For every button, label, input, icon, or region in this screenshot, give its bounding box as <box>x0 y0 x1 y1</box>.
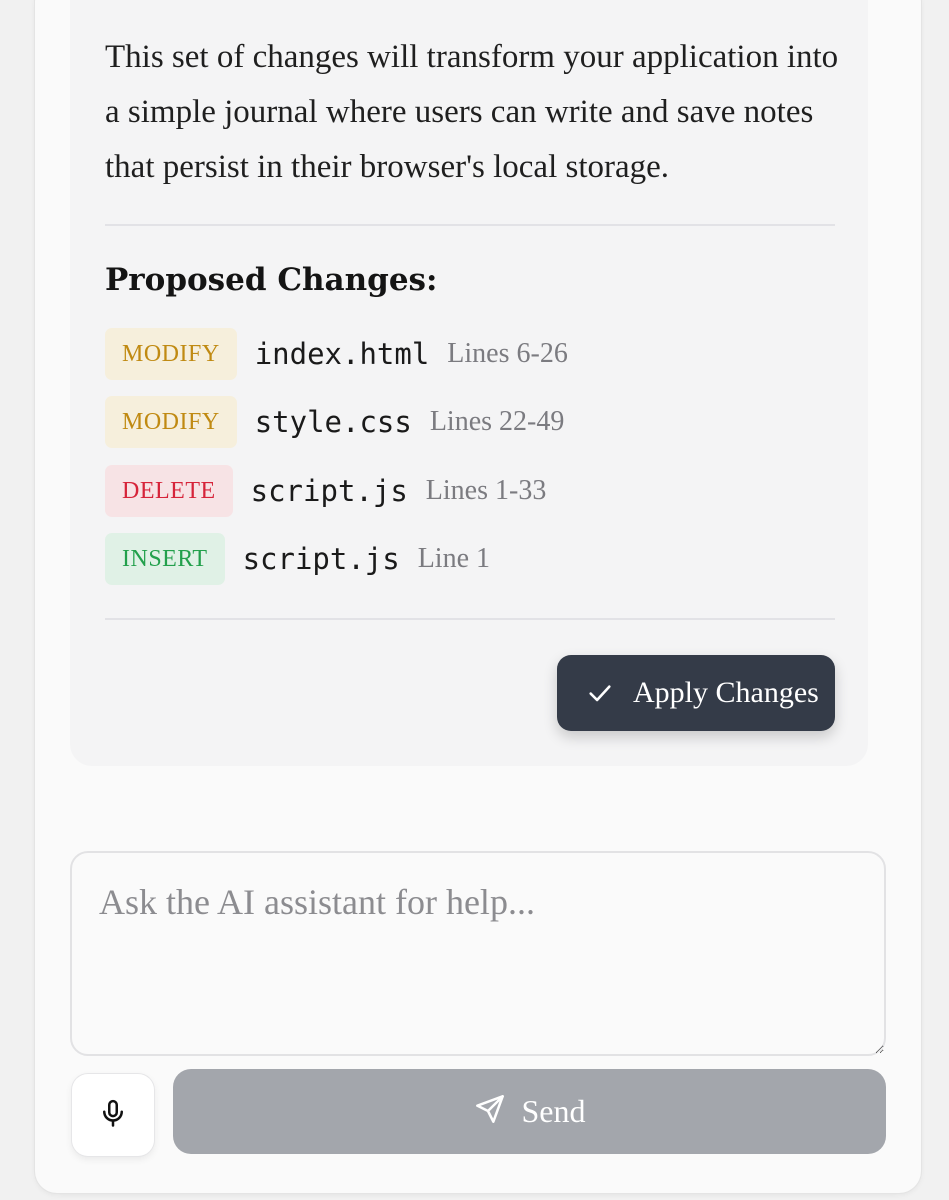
change-lines: Lines 22-49 <box>429 406 565 437</box>
modify-badge: MODIFY <box>105 328 237 380</box>
insert-badge: INSERT <box>105 533 225 585</box>
change-lines: Line 1 <box>417 543 491 574</box>
change-lines: Lines 1-33 <box>425 475 547 506</box>
proposed-changes-title: Proposed Changes: <box>105 262 438 298</box>
microphone-icon <box>98 1096 128 1135</box>
microphone-button[interactable] <box>72 1074 154 1156</box>
change-item: INSERT script.js Line 1 <box>105 533 490 585</box>
check-icon <box>585 678 615 708</box>
send-button[interactable]: Send <box>173 1069 886 1154</box>
change-item: DELETE script.js Lines 1-33 <box>105 465 546 517</box>
divider <box>105 224 835 226</box>
send-label: Send <box>521 1093 586 1129</box>
change-filename: style.css <box>254 405 412 439</box>
delete-badge: DELETE <box>105 465 233 517</box>
divider <box>105 618 835 620</box>
modify-badge: MODIFY <box>105 396 237 448</box>
change-filename: script.js <box>242 542 400 576</box>
change-item: MODIFY style.css Lines 22-49 <box>105 396 564 448</box>
assistant-prompt-input[interactable] <box>70 851 886 1056</box>
change-lines: Lines 6-26 <box>447 338 568 369</box>
change-filename: script.js <box>250 474 408 508</box>
assistant-message-text: This set of changes will transform your … <box>105 39 839 185</box>
apply-changes-button[interactable]: Apply Changes <box>557 655 835 731</box>
apply-changes-label: Apply Changes <box>633 676 819 709</box>
send-icon <box>474 1093 506 1130</box>
change-filename: index.html <box>254 337 430 371</box>
change-item: MODIFY index.html Lines 6-26 <box>105 328 568 380</box>
